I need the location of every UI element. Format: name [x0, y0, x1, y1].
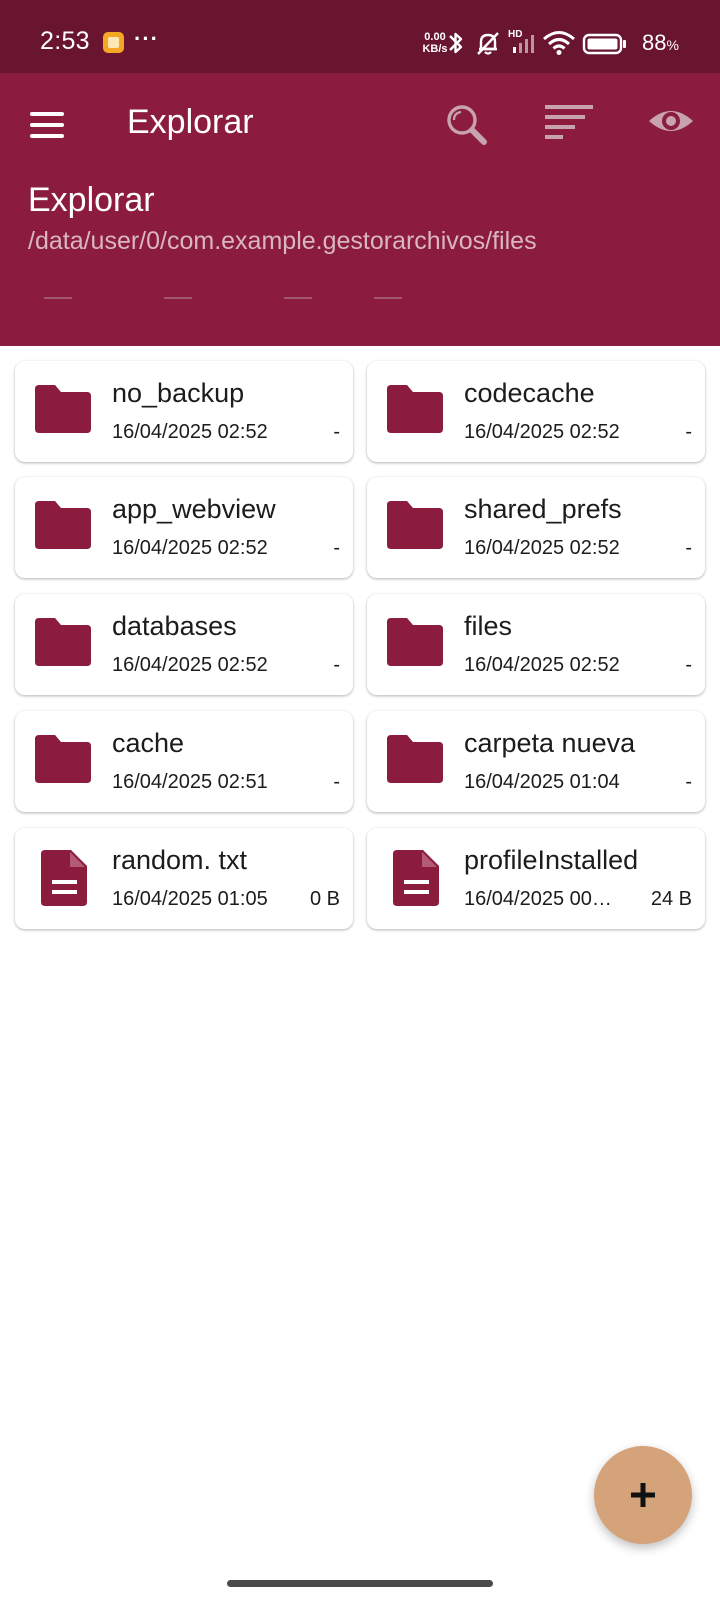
folder-card[interactable]: cache 16/04/2025 02:51 - [15, 711, 353, 812]
folder-icon [387, 618, 443, 666]
item-meta: 16/04/2025 01:04 - [464, 771, 692, 797]
tab-indicator[interactable] [164, 297, 192, 299]
item-meta: 16/04/2025 02:52 - [464, 654, 692, 680]
folder-icon [35, 385, 91, 433]
eye-icon[interactable] [645, 99, 697, 151]
item-size: - [333, 654, 340, 676]
tab-indicator[interactable] [44, 297, 72, 299]
status-time: 2:53 [40, 27, 90, 55]
item-date: 16/04/2025 01:05 [112, 888, 268, 910]
item-size: - [685, 654, 692, 676]
battery-percentage: 88% [642, 30, 679, 56]
file-card[interactable]: random. txt 16/04/2025 01:05 0 B [15, 828, 353, 929]
folder-card[interactable]: carpeta nueva 16/04/2025 01:04 - [367, 711, 705, 812]
add-icon [631, 1483, 655, 1507]
item-meta: 16/04/2025 02:52 - [112, 654, 340, 680]
item-size: 0 B [309, 888, 340, 910]
folder-icon [387, 501, 443, 549]
search-icon[interactable] [441, 99, 493, 151]
item-meta: 16/04/2025 02:51 - [112, 771, 340, 797]
item-size: 24 B [650, 888, 692, 910]
folder-card[interactable]: shared_prefs 16/04/2025 02:52 - [367, 477, 705, 578]
item-meta: 16/04/2025 02:52 - [112, 421, 340, 447]
bluetooth-icon [449, 32, 463, 54]
tab-indicators [0, 297, 720, 301]
item-name: databases [112, 611, 237, 641]
item-date: 16/04/2025 00… [464, 888, 612, 910]
sort-icon[interactable] [543, 99, 595, 151]
folder-card[interactable]: codecache 16/04/2025 02:52 - [367, 361, 705, 462]
gesture-navigation-handle[interactable] [227, 1580, 493, 1587]
folder-card[interactable]: files 16/04/2025 02:52 - [367, 594, 705, 695]
item-meta: 16/04/2025 00… 24 B [464, 888, 692, 914]
item-date: 16/04/2025 02:52 [112, 654, 268, 676]
app-bar: Explorar Explorar /data/user/0/com.examp… [0, 73, 720, 346]
item-name: random. txt [112, 845, 248, 875]
item-date: 16/04/2025 02:52 [464, 537, 620, 559]
item-date: 16/04/2025 02:52 [112, 537, 268, 559]
hamburger-menu-icon[interactable] [30, 112, 66, 140]
section-heading: Explorar [28, 181, 155, 219]
cellular-signal-icon [513, 35, 534, 53]
add-button[interactable] [594, 1446, 692, 1544]
current-path: /data/user/0/com.example.gestorarchivos/… [28, 227, 537, 255]
item-meta: 16/04/2025 01:05 0 B [112, 888, 340, 914]
more-notifications-icon: ··· [134, 26, 159, 51]
item-name: cache [112, 728, 185, 758]
folder-icon [35, 501, 91, 549]
item-name: shared_prefs [464, 494, 622, 524]
app-title: Explorar [127, 103, 254, 141]
item-size: - [333, 537, 340, 559]
item-size: - [333, 771, 340, 793]
folder-icon [387, 385, 443, 433]
folder-icon [35, 735, 91, 783]
item-size: - [685, 421, 692, 443]
battery-icon [582, 33, 626, 55]
item-size: - [685, 771, 692, 793]
item-date: 16/04/2025 02:51 [112, 771, 268, 793]
item-date: 16/04/2025 02:52 [464, 421, 620, 443]
item-name: files [464, 611, 513, 641]
tab-indicator[interactable] [284, 297, 312, 299]
item-date: 16/04/2025 02:52 [112, 421, 268, 443]
wifi-icon [543, 31, 575, 55]
item-meta: 16/04/2025 02:52 - [464, 537, 692, 563]
document-icon [393, 850, 439, 906]
file-card[interactable]: profileInstalled 16/04/2025 00… 24 B [367, 828, 705, 929]
folder-icon [387, 735, 443, 783]
battery-value: 88 [642, 30, 667, 55]
tab-indicator[interactable] [374, 297, 402, 299]
notification-app-icon [103, 32, 124, 53]
item-meta: 16/04/2025 02:52 - [464, 421, 692, 447]
item-name: carpeta nueva [464, 728, 636, 758]
item-name: codecache [464, 378, 595, 408]
notifications-off-icon [477, 32, 499, 55]
status-bar: 2:53 ··· 0.00 KB/s HD 88% [0, 0, 720, 73]
folder-card[interactable]: app_webview 16/04/2025 02:52 - [15, 477, 353, 578]
item-name: app_webview [112, 494, 276, 524]
item-name: no_backup [112, 378, 245, 408]
item-size: - [685, 537, 692, 559]
folder-card[interactable]: no_backup 16/04/2025 02:52 - [15, 361, 353, 462]
item-name: profileInstalled [464, 845, 639, 875]
item-date: 16/04/2025 02:52 [464, 654, 620, 676]
document-icon [41, 850, 87, 906]
folder-card[interactable]: databases 16/04/2025 02:52 - [15, 594, 353, 695]
file-explorer-screen: 2:53 ··· 0.00 KB/s HD 88% Explorar Explo… [0, 0, 720, 1600]
battery-unit: % [666, 37, 679, 53]
item-date: 16/04/2025 01:04 [464, 771, 620, 793]
item-size: - [333, 421, 340, 443]
item-meta: 16/04/2025 02:52 - [112, 537, 340, 563]
folder-icon [35, 618, 91, 666]
